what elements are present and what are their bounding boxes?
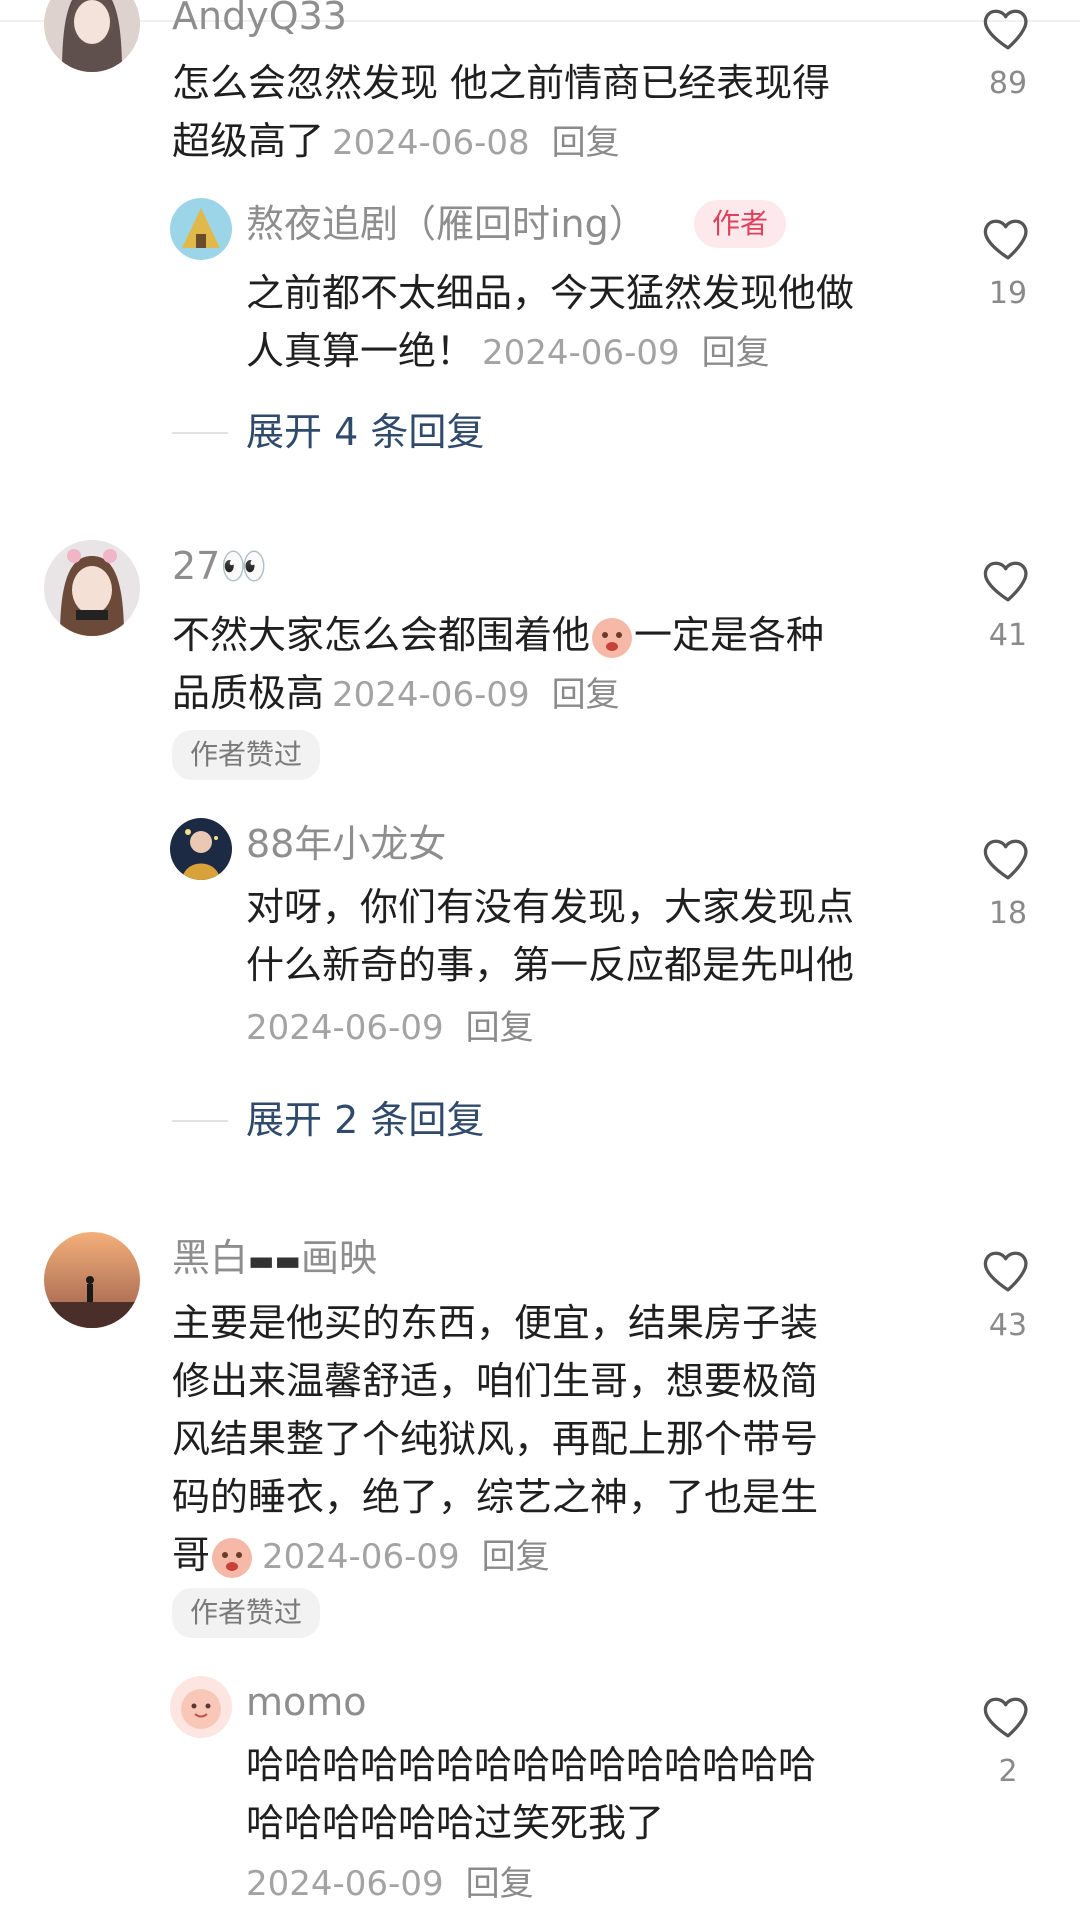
- comment-date: 2024-06-08: [332, 123, 530, 163]
- heart-outline-icon: [983, 219, 1028, 260]
- expand-replies-button[interactable]: 展开 2 条回复: [246, 1096, 484, 1144]
- reply-button[interactable]: 回复: [466, 1008, 534, 1048]
- comment-username[interactable]: 88年小龙女: [246, 820, 446, 868]
- heart-outline-icon: [983, 1697, 1028, 1738]
- avatar[interactable]: [170, 818, 232, 880]
- comment-meta: 2024-06-09 回复: [246, 1004, 534, 1052]
- like-button[interactable]: 89: [972, 0, 1044, 101]
- reply-button[interactable]: 回复: [466, 1864, 534, 1904]
- expand-divider: [172, 1120, 228, 1122]
- comment-date: 2024-06-09: [482, 333, 680, 373]
- comment-username[interactable]: 27👀: [172, 542, 268, 590]
- like-count: 41: [988, 618, 1028, 653]
- eyes-emoji-icon: 👀: [220, 544, 268, 588]
- avatar[interactable]: [44, 540, 140, 636]
- like-count: 89: [988, 66, 1028, 101]
- author-badge: 作者: [694, 200, 787, 248]
- heart-outline-icon: [983, 9, 1028, 50]
- comment-username[interactable]: AndyQ33: [172, 0, 347, 40]
- crying-laughing-emoji-icon: [212, 1537, 253, 1578]
- sunglasses-emoji-icon: ▬▬: [248, 1243, 301, 1277]
- comment-text: 怎么会忽然发现 他之前情商已经表现得 超级高了 2024-06-08 回复: [172, 61, 831, 163]
- like-count: 43: [988, 1308, 1028, 1343]
- heart-outline-icon: [983, 839, 1028, 880]
- comment-date: 2024-06-09: [246, 1864, 444, 1904]
- comment-username[interactable]: 黑白▬▬画映: [172, 1234, 377, 1285]
- like-count: 2: [998, 1754, 1018, 1789]
- reply-button[interactable]: 回复: [552, 123, 620, 163]
- comment-text: 之前都不太细品，今天猛然发现他做 人真算一绝！ 2024-06-09 回复: [246, 271, 855, 373]
- expand-divider: [172, 432, 228, 434]
- avatar[interactable]: [44, 1232, 140, 1328]
- top-divider: [0, 20, 1080, 22]
- avatar[interactable]: [44, 0, 140, 72]
- comment-meta: 2024-06-09 回复: [246, 1860, 534, 1908]
- shocked-face-emoji-icon: [592, 617, 633, 658]
- comment-date: 2024-06-09: [246, 1008, 444, 1048]
- like-button[interactable]: 18: [972, 830, 1044, 931]
- reply-button[interactable]: 回复: [482, 1537, 550, 1577]
- comment-date: 2024-06-09: [332, 675, 530, 715]
- avatar[interactable]: [170, 198, 232, 260]
- reply-button[interactable]: 回复: [552, 675, 620, 715]
- like-button[interactable]: 19: [972, 210, 1044, 311]
- like-button[interactable]: 2: [972, 1688, 1044, 1789]
- comment-date: 2024-06-09: [262, 1537, 460, 1577]
- like-button[interactable]: 41: [972, 552, 1044, 653]
- author-liked-chip: 作者赞过: [172, 1588, 321, 1638]
- comment-text: 不然大家怎么会都围着他 一定是各种 品质极高 2024-06-09 回复: [172, 613, 825, 715]
- comment-username[interactable]: 熬夜追剧（雁回时ing）: [246, 200, 647, 248]
- expand-replies-button[interactable]: 展开 4 条回复: [246, 408, 484, 456]
- comment-text: 主要是他买的东西，便宜，结果房子装 修出来温馨舒适，咱们生哥，想要极简 风结果整…: [172, 1301, 819, 1578]
- like-count: 19: [988, 276, 1028, 311]
- reply-button[interactable]: 回复: [702, 333, 770, 373]
- like-count: 18: [988, 896, 1028, 931]
- avatar[interactable]: [170, 1676, 232, 1738]
- heart-outline-icon: [983, 1251, 1028, 1292]
- comment-text: 哈哈哈哈哈哈哈哈哈哈哈哈哈哈哈 哈哈哈哈哈哈过笑死我了: [246, 1743, 817, 1845]
- comment-username[interactable]: momo: [246, 1678, 367, 1726]
- like-button[interactable]: 43: [972, 1242, 1044, 1343]
- comment-text: 对呀，你们有没有发现，大家发现点 什么新奇的事，第一反应都是先叫他: [246, 885, 855, 987]
- author-liked-chip: 作者赞过: [172, 730, 321, 780]
- heart-outline-icon: [983, 561, 1028, 602]
